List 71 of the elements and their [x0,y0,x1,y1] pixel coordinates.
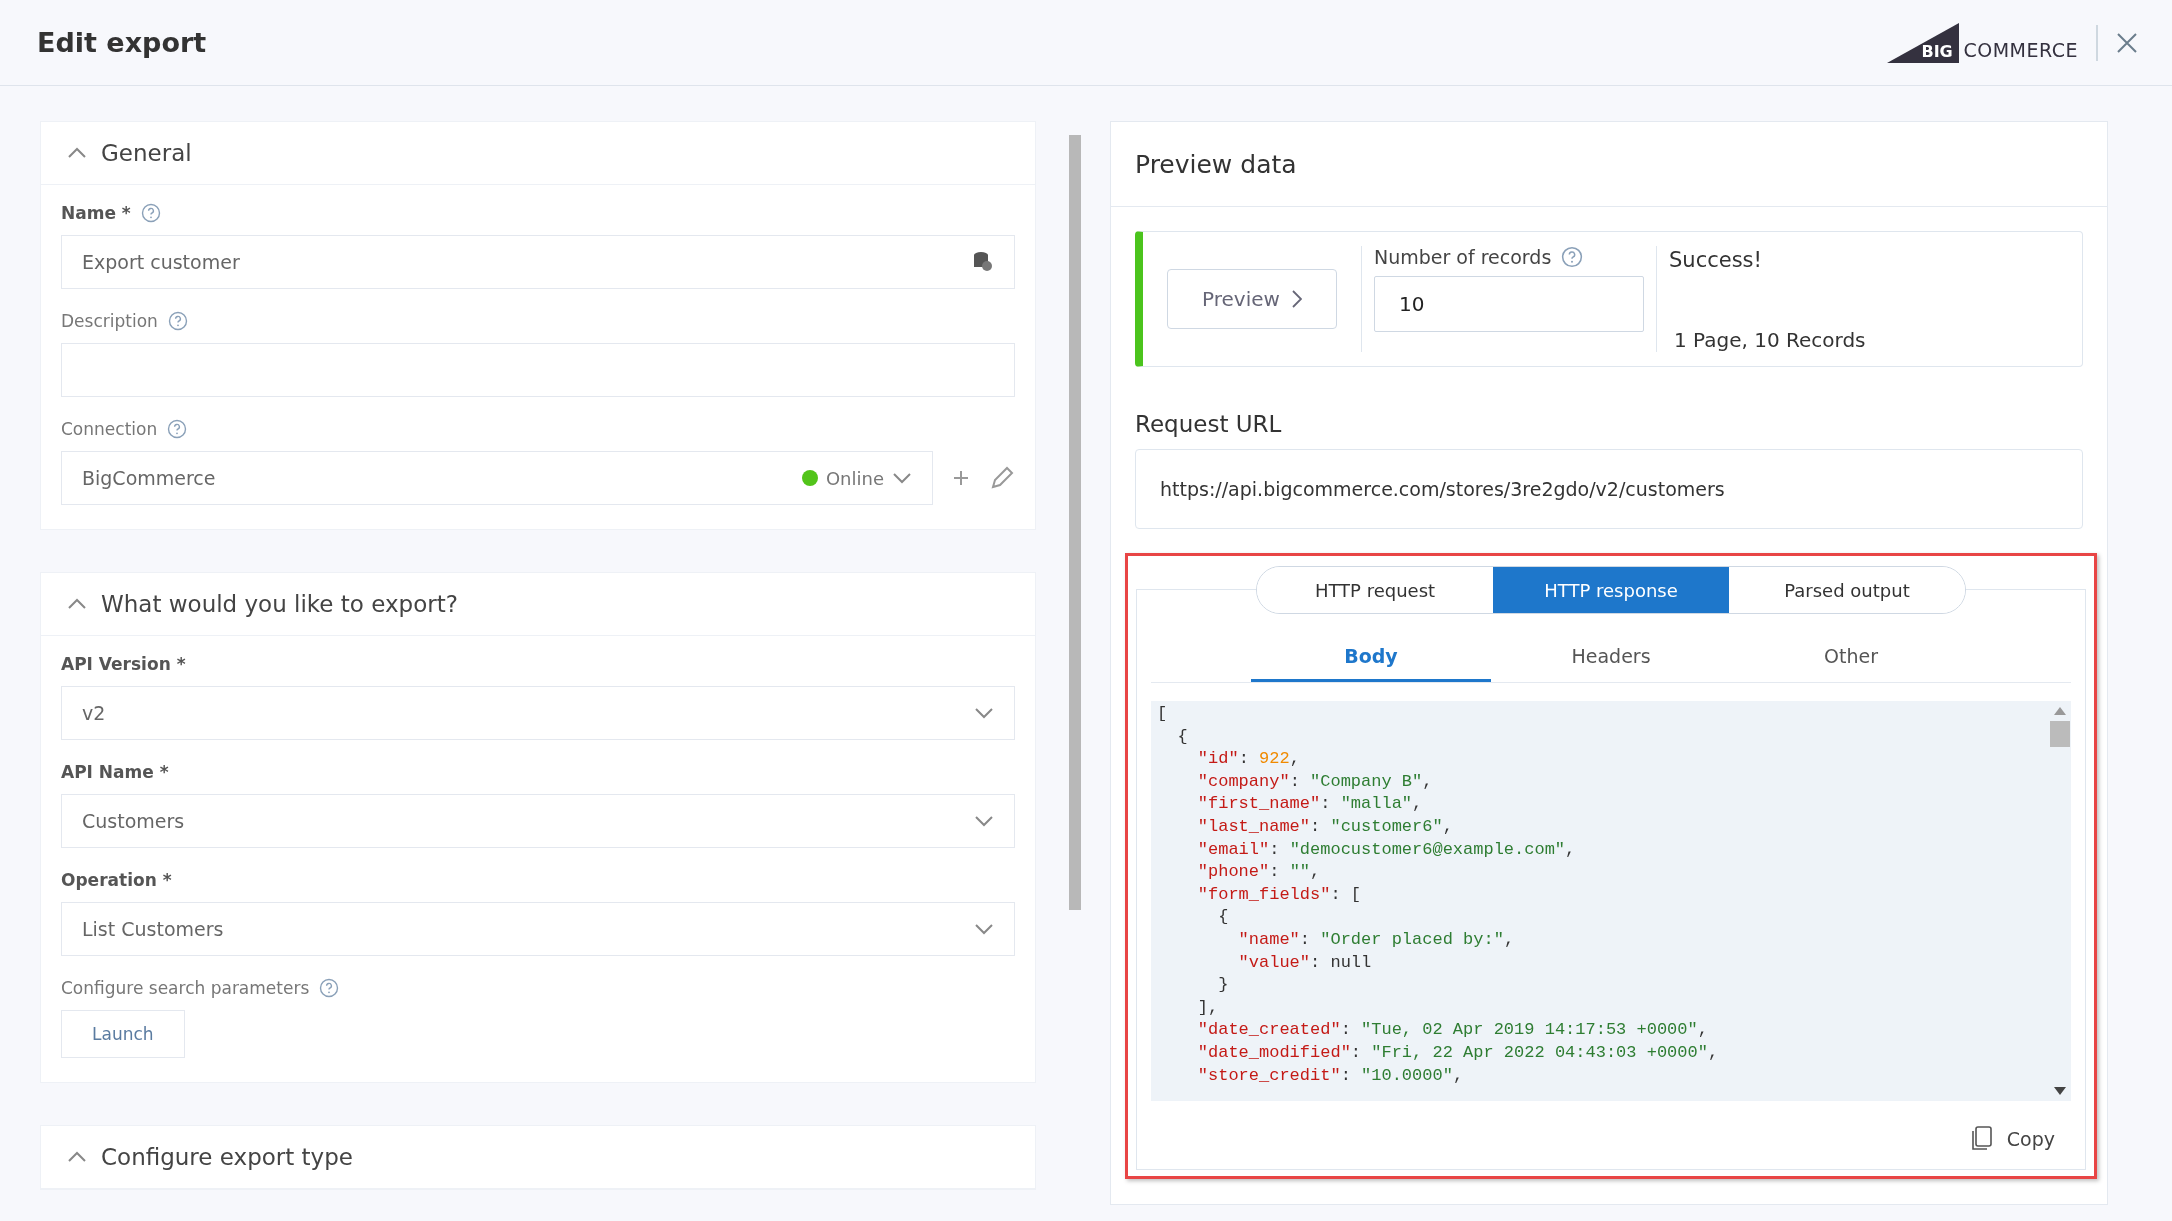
field-label: API Version * [61,654,186,674]
code-line: { [1217,906,1230,929]
copy-button[interactable]: Copy [1962,1125,2061,1153]
plus-icon[interactable] [953,470,969,486]
field-label: Operation * [61,870,172,890]
scrollbar-thumb[interactable] [2050,721,2070,747]
code-line: [ [1157,703,1169,725]
field-label: Name * [61,203,131,223]
code-line: "name": "Order placed by:", [1237,928,1516,951]
tab[interactable]: Body [1251,632,1491,682]
code-line: "value": null [1237,951,1373,974]
database-icon[interactable] [972,250,994,274]
chevron-down-icon[interactable] [892,472,912,484]
code-line: ], [1196,996,1220,1019]
connection-select[interactable]: BigCommerce Online [61,451,933,505]
help-icon[interactable] [140,203,161,223]
status-message: Success! [1669,248,1763,272]
scroll-up-icon[interactable] [2054,707,2066,715]
chevron-right-icon [1291,290,1302,308]
chevron-down-icon[interactable] [974,923,994,935]
code-line: "last_name": "customer6", [1196,815,1454,838]
code-line: "store_credit": "10.0000", [1196,1064,1465,1087]
field-label: Description [61,311,158,331]
section-title: What would you like to export? [101,591,458,617]
text-field[interactable]: Export customer [61,235,1015,289]
code-line: { [1176,725,1189,748]
code-line: "form_fields": [ [1196,883,1363,906]
code-line: } [1217,974,1230,997]
select-field[interactable]: v2 [61,686,1015,740]
code-line: "email": "democustomer6@example.com", [1196,838,1577,861]
chevron-up-icon[interactable] [67,597,87,610]
chevron-up-icon[interactable] [67,146,87,159]
chevron-down-icon[interactable] [974,815,994,827]
select-field[interactable]: List Customers [61,902,1015,956]
records-field[interactable]: 10 [1374,276,1644,332]
tab[interactable]: Other [1731,632,1971,682]
field-label: API Name * [61,762,169,782]
records-label: Number of records [1374,246,1552,268]
panel-title: Preview data [1135,149,1297,179]
scroll-down-icon[interactable] [2054,1087,2066,1095]
help-icon[interactable] [167,311,188,331]
help-icon[interactable] [167,419,188,439]
records-summary: 1 Page, 10 Records [1673,328,1866,352]
section-title: General [101,140,192,166]
select-field[interactable]: Customers [61,794,1015,848]
field-label: Configure search parameters [61,978,310,998]
code-line: "first_name": "malla", [1196,793,1424,816]
chevron-up-icon[interactable] [67,1150,87,1163]
code-line: "company": "Company B", [1196,770,1434,793]
url-field[interactable]: https://api.bigcommerce.com/stores/3re2gdo/v2/customers [1135,449,2083,529]
code-line: "id": 922, [1196,748,1301,771]
section-title: Configure export type [101,1144,353,1170]
segment-tab[interactable]: HTTP response [1493,567,1729,613]
help-icon[interactable] [319,978,340,998]
url-label: Request URL [1135,411,1283,437]
brand-logo: BIG COMMERCE [1887,22,2078,63]
pencil-icon[interactable] [989,465,1015,491]
code-line: "date_created": "Tue, 02 Apr 2019 14:17:53 +0000", [1196,1019,1709,1042]
code-line: "phone": "", [1196,861,1322,884]
status-text: Online [825,467,884,489]
preview-button[interactable]: Preview [1167,269,1337,329]
page-title: Edit export [37,27,207,58]
close-icon[interactable] [2116,31,2138,54]
chevron-down-icon[interactable] [974,707,994,719]
launch-button[interactable]: Launch [61,1010,185,1058]
field-label: Connection [61,419,158,439]
help-icon[interactable] [1561,246,1584,268]
tab[interactable]: Headers [1491,632,1731,682]
code-line: "date_modified": "Fri, 22 Apr 2022 04:43:03 +0000", [1196,1041,1720,1064]
text-field[interactable] [61,343,1015,397]
scrollbar-thumb[interactable] [1069,135,1081,910]
